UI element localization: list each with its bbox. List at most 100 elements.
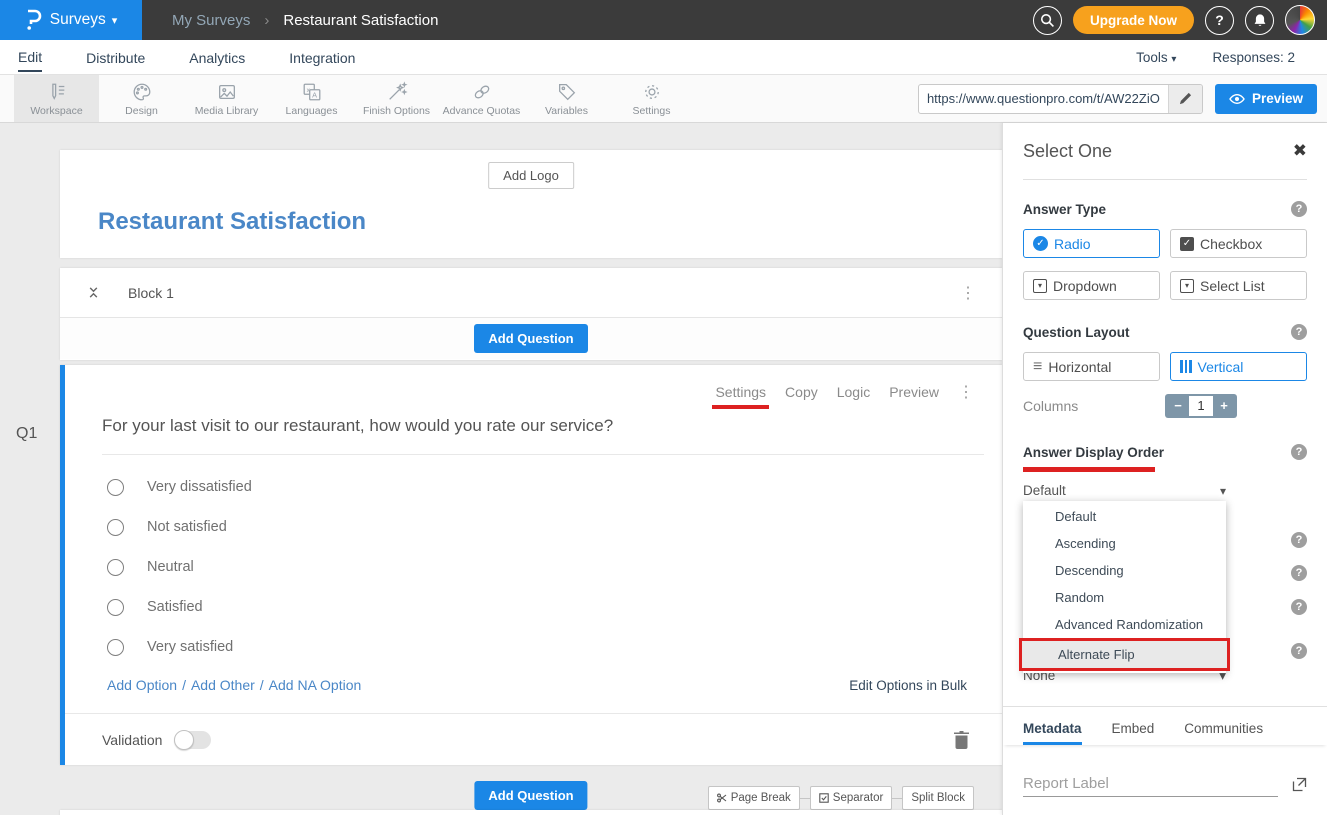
nav-tab-integration[interactable]: Integration <box>289 43 355 71</box>
add-na-option-link[interactable]: Add NA Option <box>269 677 362 693</box>
question-more-options-icon[interactable]: ⋮ <box>958 382 974 402</box>
layout-horizontal[interactable]: ≡Horizontal <box>1023 352 1160 381</box>
connector-line <box>892 798 902 799</box>
help-icon[interactable]: ? <box>1291 444 1307 460</box>
menu-item-descending[interactable]: Descending <box>1023 557 1226 584</box>
panel-tab-communities[interactable]: Communities <box>1184 721 1263 745</box>
panel-tab-embed[interactable]: Embed <box>1112 721 1155 745</box>
radio-button-icon[interactable] <box>107 639 124 656</box>
chevron-down-icon: ▾ <box>112 14 118 27</box>
answer-type-radio[interactable]: ✓Radio <box>1023 229 1160 258</box>
add-question-button-bottom[interactable]: Add Question <box>474 781 587 810</box>
expand-icon[interactable] <box>1292 777 1307 792</box>
horizontal-lines-icon: ≡ <box>1033 359 1042 375</box>
close-icon[interactable]: ✖ <box>1293 141 1307 161</box>
report-label-input[interactable] <box>1023 771 1278 797</box>
notifications-button[interactable] <box>1245 6 1274 35</box>
toolbar-design[interactable]: Design <box>99 75 184 122</box>
radio-button-icon[interactable] <box>107 559 124 576</box>
user-avatar[interactable] <box>1285 5 1315 35</box>
radio-button-icon[interactable] <box>107 479 124 496</box>
preview-button[interactable]: Preview <box>1215 84 1317 114</box>
answer-option-row[interactable]: Neutral <box>107 547 1002 587</box>
question-tab-preview[interactable]: Preview <box>889 384 939 400</box>
app-logo-menu[interactable]: Surveys ▾ <box>0 0 142 40</box>
survey-title[interactable]: Restaurant Satisfaction <box>98 208 366 236</box>
toolbar-variables[interactable]: Variables <box>524 75 609 122</box>
validation-toggle[interactable] <box>174 731 211 749</box>
answer-type-select-list[interactable]: ▾Select List <box>1170 271 1307 300</box>
radio-button-icon[interactable] <box>107 519 124 536</box>
answer-type-dropdown[interactable]: ▾Dropdown <box>1023 271 1160 300</box>
question-tab-logic[interactable]: Logic <box>837 384 870 400</box>
add-other-link[interactable]: Add Other <box>191 677 255 693</box>
question-tab-settings[interactable]: Settings <box>715 384 766 400</box>
edit-options-in-bulk-link[interactable]: Edit Options in Bulk <box>849 678 967 693</box>
toolbar-languages[interactable]: Ax Languages <box>269 75 354 122</box>
survey-nav: Edit Distribute Analytics Integration To… <box>0 40 1327 75</box>
answer-option-row[interactable]: Very dissatisfied <box>107 467 1002 507</box>
question-tab-copy[interactable]: Copy <box>785 384 818 400</box>
panel-tabs: Metadata Embed Communities <box>1003 706 1327 745</box>
palette-icon <box>131 81 153 103</box>
radio-button-icon[interactable] <box>107 599 124 616</box>
answer-type-checkbox[interactable]: ✓Checkbox <box>1170 229 1307 258</box>
block-title[interactable]: Block 1 <box>128 285 174 301</box>
responses-count[interactable]: Responses: 2 <box>1212 50 1295 65</box>
decrement-button[interactable]: − <box>1167 396 1189 416</box>
survey-url-field[interactable] <box>918 84 1203 114</box>
help-icon[interactable]: ? <box>1291 599 1307 615</box>
increment-button[interactable]: + <box>1213 396 1235 416</box>
answer-option-row[interactable]: Not satisfied <box>107 507 1002 547</box>
help-icon[interactable]: ? <box>1291 201 1307 217</box>
checked-box-icon <box>819 793 829 803</box>
answer-option-row[interactable]: Satisfied <box>107 587 1002 627</box>
block-more-options-icon[interactable]: ⋮ <box>960 283 976 303</box>
toolbar-advance-quotas[interactable]: Advance Quotas <box>439 75 524 122</box>
breadcrumb-my-surveys[interactable]: My Surveys <box>172 12 250 29</box>
answer-display-order-select[interactable]: Default ▾ <box>1023 483 1226 498</box>
question-mark-icon: ? <box>1215 12 1224 28</box>
menu-item-alternate-flip[interactable]: Alternate Flip <box>1022 641 1227 668</box>
toggle-knob <box>174 730 194 750</box>
panel-tab-metadata[interactable]: Metadata <box>1023 721 1082 745</box>
help-icon[interactable]: ? <box>1291 324 1307 340</box>
add-question-button-top[interactable]: Add Question <box>474 324 587 353</box>
red-annotation-underline <box>712 405 769 409</box>
add-logo-button[interactable]: Add Logo <box>488 162 574 189</box>
question-text[interactable]: For your last visit to our restaurant, h… <box>102 416 982 436</box>
gear-icon <box>641 81 663 103</box>
menu-item-default[interactable]: Default <box>1023 503 1226 530</box>
toolbar-media-library[interactable]: Media Library <box>184 75 269 122</box>
page-break-button[interactable]: Page Break <box>708 786 800 810</box>
search-button[interactable] <box>1033 6 1062 35</box>
collapse-block-icon[interactable] <box>86 284 101 301</box>
help-button[interactable]: ? <box>1205 6 1234 35</box>
upgrade-now-button[interactable]: Upgrade Now <box>1073 6 1194 34</box>
survey-url-input[interactable] <box>919 85 1168 113</box>
toolbar-settings[interactable]: Settings <box>609 75 694 122</box>
split-block-button[interactable]: Split Block <box>902 786 974 810</box>
menu-item-random[interactable]: Random <box>1023 584 1226 611</box>
link-separator: / <box>260 677 264 693</box>
help-icon[interactable]: ? <box>1291 532 1307 548</box>
menu-item-advanced-randomization[interactable]: Advanced Randomization <box>1023 611 1226 638</box>
columns-value[interactable]: 1 <box>1189 396 1213 416</box>
help-icon[interactable]: ? <box>1291 565 1307 581</box>
layout-vertical[interactable]: Vertical <box>1170 352 1307 381</box>
add-option-link[interactable]: Add Option <box>107 677 177 693</box>
chevron-down-icon: ▾ <box>1171 54 1176 65</box>
menu-item-ascending[interactable]: Ascending <box>1023 530 1226 557</box>
toolbar-finish-options[interactable]: Finish Options <box>354 75 439 122</box>
dropdown-box-icon: ▾ <box>1180 279 1194 293</box>
answer-option-row[interactable]: Very satisfied <box>107 627 1002 667</box>
nav-tab-edit[interactable]: Edit <box>18 42 42 72</box>
help-icon[interactable]: ? <box>1291 643 1307 659</box>
nav-tab-analytics[interactable]: Analytics <box>189 43 245 71</box>
tools-menu[interactable]: Tools ▾ <box>1136 50 1176 65</box>
delete-question-button[interactable] <box>954 731 969 749</box>
toolbar-workspace[interactable]: Workspace <box>14 75 99 122</box>
nav-tab-distribute[interactable]: Distribute <box>86 43 145 71</box>
edit-url-button[interactable] <box>1168 85 1202 113</box>
separator-button[interactable]: Separator <box>810 786 893 810</box>
